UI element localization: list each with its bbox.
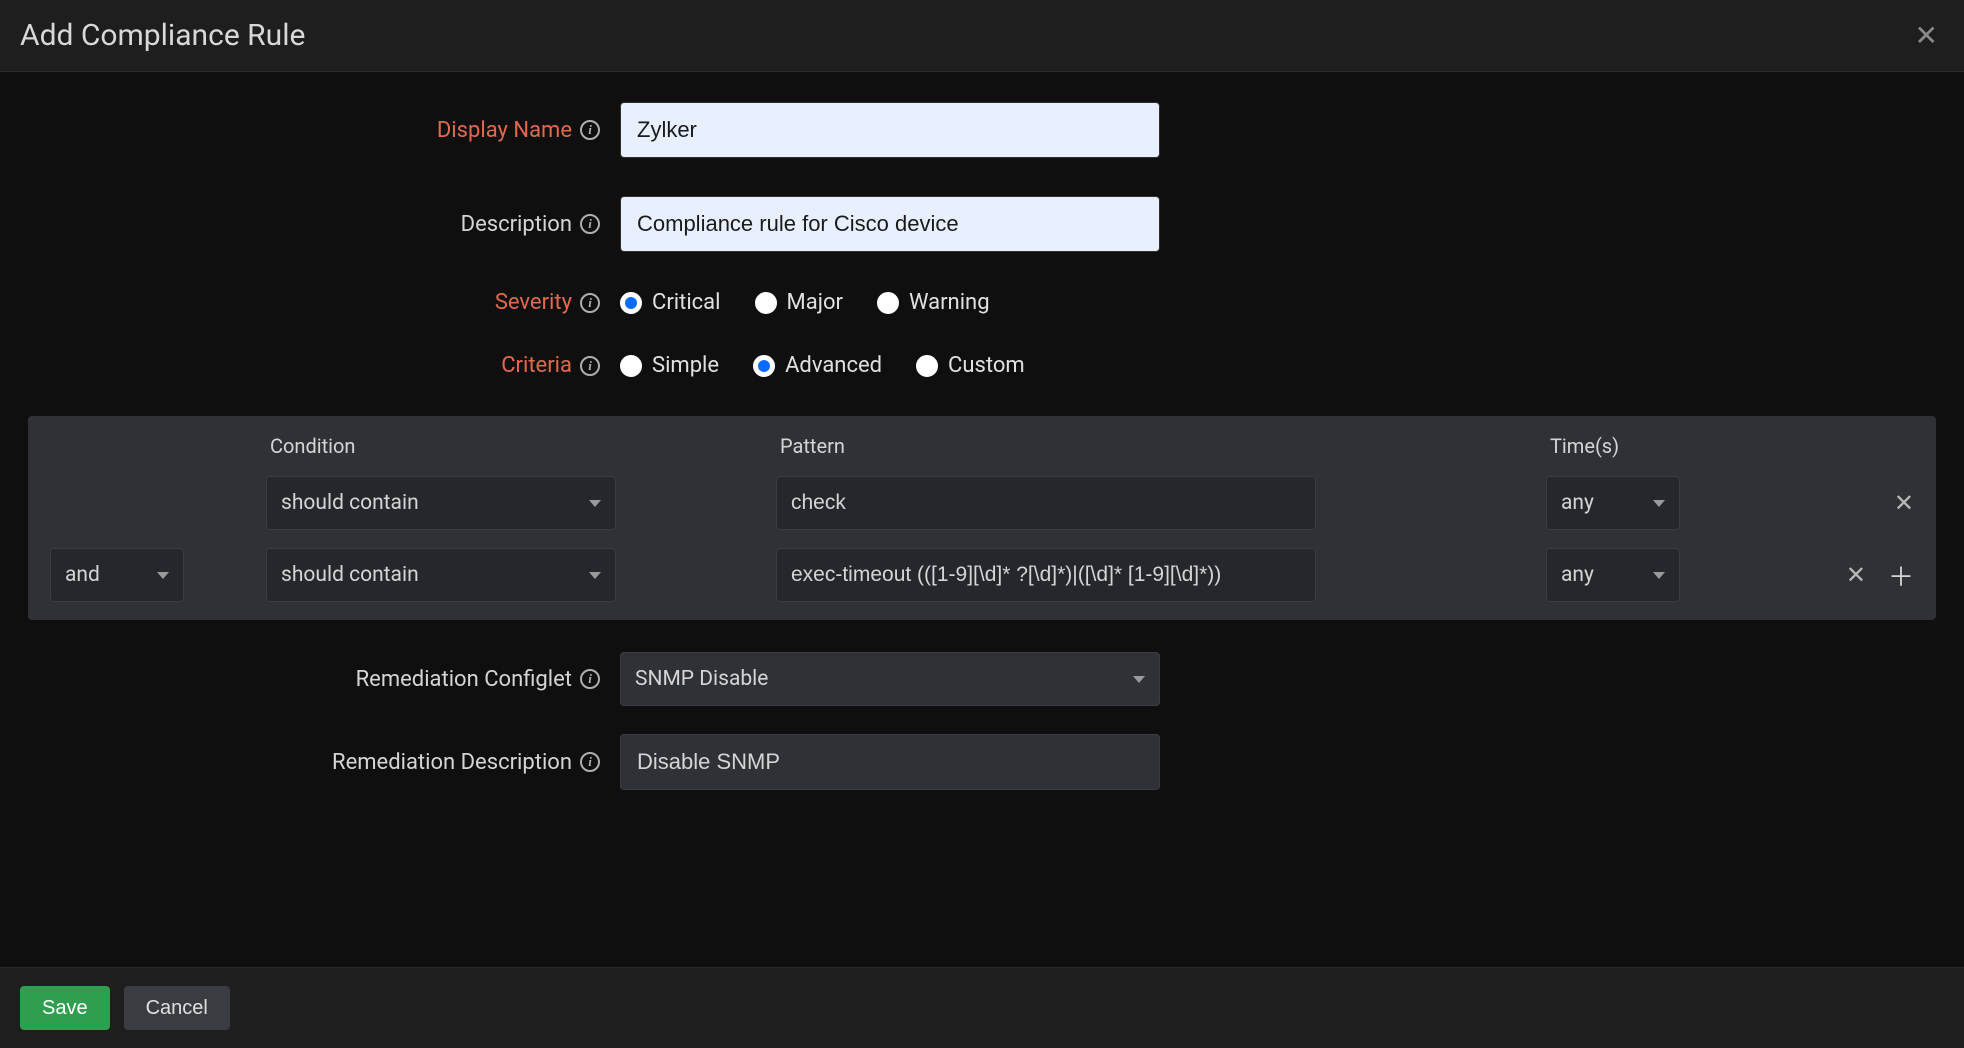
row-remediation-description: Remediation Description i [0, 734, 1964, 790]
save-button[interactable]: Save [20, 986, 110, 1030]
modal-header: Add Compliance Rule ✕ [0, 0, 1964, 72]
cancel-button[interactable]: Cancel [124, 986, 230, 1030]
modal-body: Display Name i Description i Severity i [0, 72, 1964, 967]
condition-select[interactable]: should contain [266, 476, 616, 530]
add-row-icon[interactable]: ＋ [1888, 557, 1914, 594]
info-icon[interactable]: i [580, 120, 600, 140]
radio-label: Custom [948, 353, 1025, 378]
radio-dot-icon [620, 292, 642, 314]
criteria-radio-group: Simple Advanced Custom [620, 353, 1025, 378]
modal-footer: Save Cancel [0, 967, 1964, 1048]
label-remediation-configlet: Remediation Configlet i [0, 667, 620, 692]
radio-dot-icon [916, 355, 938, 377]
radio-label: Warning [909, 290, 990, 315]
label-remediation-description: Remediation Description i [0, 750, 620, 775]
pattern-input[interactable] [776, 548, 1316, 602]
info-icon[interactable]: i [580, 214, 600, 234]
radio-dot-icon [755, 292, 777, 314]
criteria-table-header: Condition Pattern Time(s) [50, 434, 1914, 458]
select-value: and [65, 563, 100, 587]
label-criteria: Criteria i [0, 353, 620, 378]
select-value: SNMP Disable [635, 667, 768, 691]
severity-radio-group: Critical Major Warning [620, 290, 990, 315]
pattern-input[interactable] [776, 476, 1316, 530]
severity-major[interactable]: Major [755, 290, 843, 315]
criteria-simple[interactable]: Simple [620, 353, 719, 378]
radio-label: Simple [652, 353, 719, 378]
display-name-input[interactable] [620, 102, 1160, 158]
info-icon[interactable]: i [580, 752, 600, 772]
remove-row-icon[interactable]: ✕ [1894, 489, 1914, 517]
remediation-configlet-select[interactable]: SNMP Disable [620, 652, 1160, 706]
select-value: any [1561, 491, 1594, 515]
label-text: Severity [495, 290, 572, 315]
radio-dot-icon [753, 355, 775, 377]
row-description: Description i [0, 196, 1964, 252]
row-display-name: Display Name i [0, 102, 1964, 158]
modal-title: Add Compliance Rule [20, 18, 305, 53]
chevron-down-icon [589, 500, 601, 507]
header-times: Time(s) [1550, 434, 1740, 458]
header-pattern: Pattern [780, 434, 1550, 458]
chevron-down-icon [1133, 676, 1145, 683]
radio-dot-icon [620, 355, 642, 377]
header-condition: Condition [270, 434, 780, 458]
criteria-row: and should contain any [50, 548, 1914, 602]
radio-label: Critical [652, 290, 721, 315]
remediation-description-input[interactable] [620, 734, 1160, 790]
row-criteria: Criteria i Simple Advanced Custom [0, 353, 1964, 378]
criteria-custom[interactable]: Custom [916, 353, 1025, 378]
chevron-down-icon [1653, 500, 1665, 507]
row-severity: Severity i Critical Major Warning [0, 290, 1964, 315]
add-compliance-rule-modal: Add Compliance Rule ✕ Display Name i Des… [0, 0, 1964, 1048]
condition-select[interactable]: should contain [266, 548, 616, 602]
info-icon[interactable]: i [580, 356, 600, 376]
criteria-advanced[interactable]: Advanced [753, 353, 882, 378]
logical-select[interactable]: and [50, 548, 184, 602]
select-value: should contain [281, 491, 419, 515]
row-remediation-configlet: Remediation Configlet i SNMP Disable [0, 652, 1964, 706]
chevron-down-icon [157, 572, 169, 579]
radio-label: Major [787, 290, 843, 315]
times-select[interactable]: any [1546, 548, 1680, 602]
radio-dot-icon [877, 292, 899, 314]
select-value: should contain [281, 563, 419, 587]
label-display-name: Display Name i [0, 118, 620, 143]
label-text: Criteria [501, 353, 572, 378]
info-icon[interactable]: i [580, 669, 600, 689]
close-icon[interactable]: ✕ [1909, 22, 1944, 50]
criteria-table: Condition Pattern Time(s) should contain [28, 416, 1936, 620]
remove-row-icon[interactable]: ✕ [1846, 561, 1866, 589]
label-text: Display Name [437, 118, 572, 143]
severity-warning[interactable]: Warning [877, 290, 990, 315]
info-icon[interactable]: i [580, 293, 600, 313]
select-value: any [1561, 563, 1594, 587]
label-severity: Severity i [0, 290, 620, 315]
chevron-down-icon [1653, 572, 1665, 579]
label-text: Description [461, 212, 572, 237]
severity-critical[interactable]: Critical [620, 290, 721, 315]
times-select[interactable]: any [1546, 476, 1680, 530]
label-text: Remediation Description [332, 750, 572, 775]
radio-label: Advanced [785, 353, 882, 378]
label-text: Remediation Configlet [356, 667, 572, 692]
chevron-down-icon [589, 572, 601, 579]
description-input[interactable] [620, 196, 1160, 252]
criteria-row: should contain any ✕ [50, 476, 1914, 530]
label-description: Description i [0, 212, 620, 237]
